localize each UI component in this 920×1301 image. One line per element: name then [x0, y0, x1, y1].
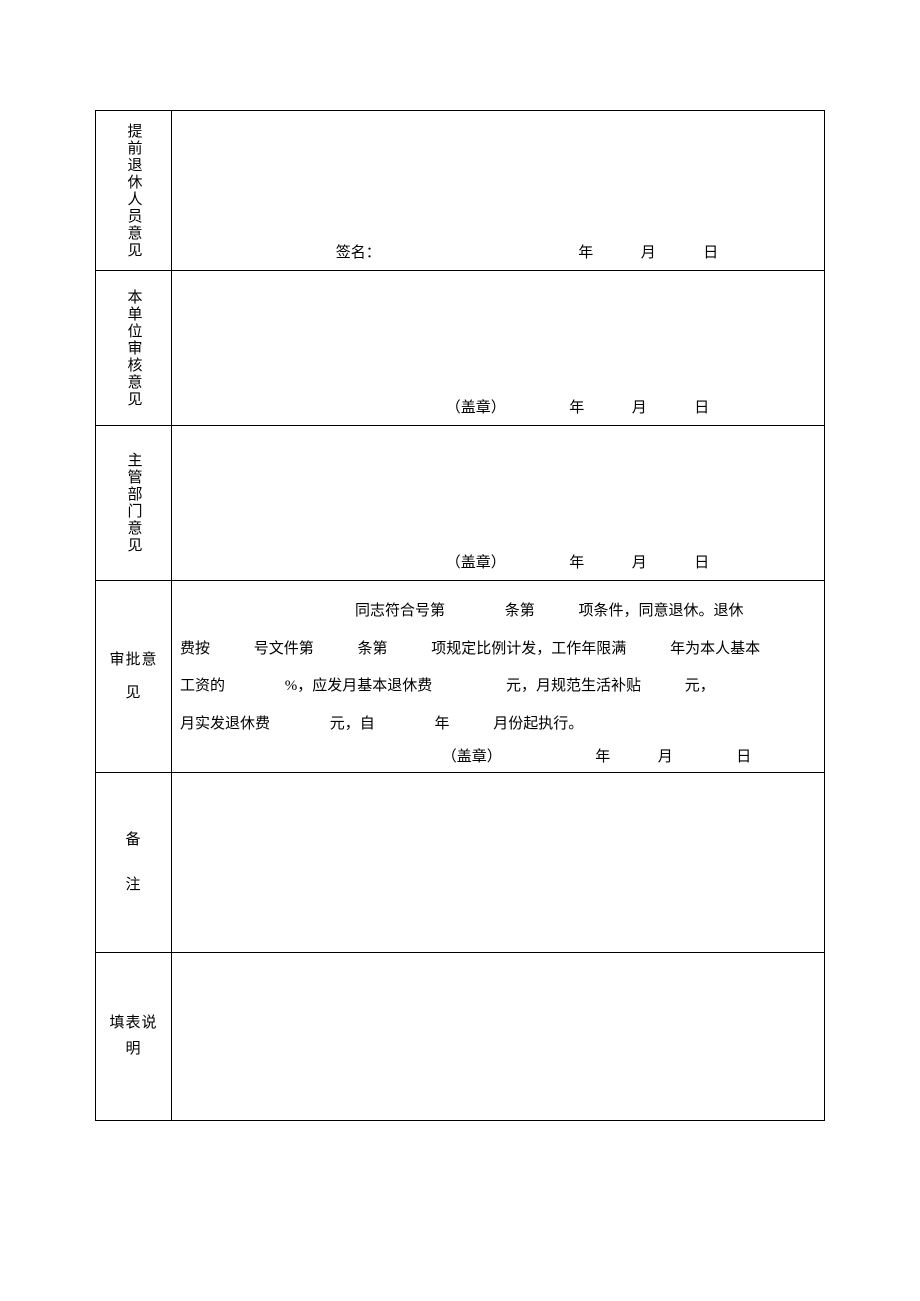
- row-label-unit-review: 本单位审核意见: [96, 271, 172, 426]
- row-label-instructions: 填表说 明: [96, 953, 172, 1121]
- retiree-opinion-cell: 签名： 年 月 日: [172, 111, 825, 271]
- row-label-dept-opinion: 主管部门意见: [96, 426, 172, 581]
- row-label-remarks: 备 注: [96, 773, 172, 953]
- approval-cell: 同志符合号第 条第 项条件，同意退休。退休 费按 号文件第 条第 项规定比例计发…: [172, 581, 825, 773]
- row-label-approval: 审批意 见: [96, 581, 172, 773]
- unit-stamp-line: （盖章） 年 月 日: [172, 396, 824, 417]
- dept-stamp-line: （盖章） 年 月 日: [172, 551, 824, 572]
- approval-text-body: 同志符合号第 条第 项条件，同意退休。退休 费按 号文件第 条第 项规定比例计发…: [180, 587, 816, 743]
- instructions-cell: [172, 953, 825, 1121]
- row-label-retiree-opinion: 提前退休人员意见: [96, 111, 172, 271]
- retiree-sign-line: 签名： 年 月 日: [172, 241, 824, 262]
- unit-review-cell: （盖章） 年 月 日: [172, 271, 825, 426]
- approval-stamp-line: （盖章） 年 月 日: [180, 745, 816, 766]
- approval-form-table: 提前退休人员意见 签名： 年 月 日 本单位审核意见 （盖章） 年: [95, 110, 825, 1121]
- remarks-cell: [172, 773, 825, 953]
- dept-opinion-cell: （盖章） 年 月 日: [172, 426, 825, 581]
